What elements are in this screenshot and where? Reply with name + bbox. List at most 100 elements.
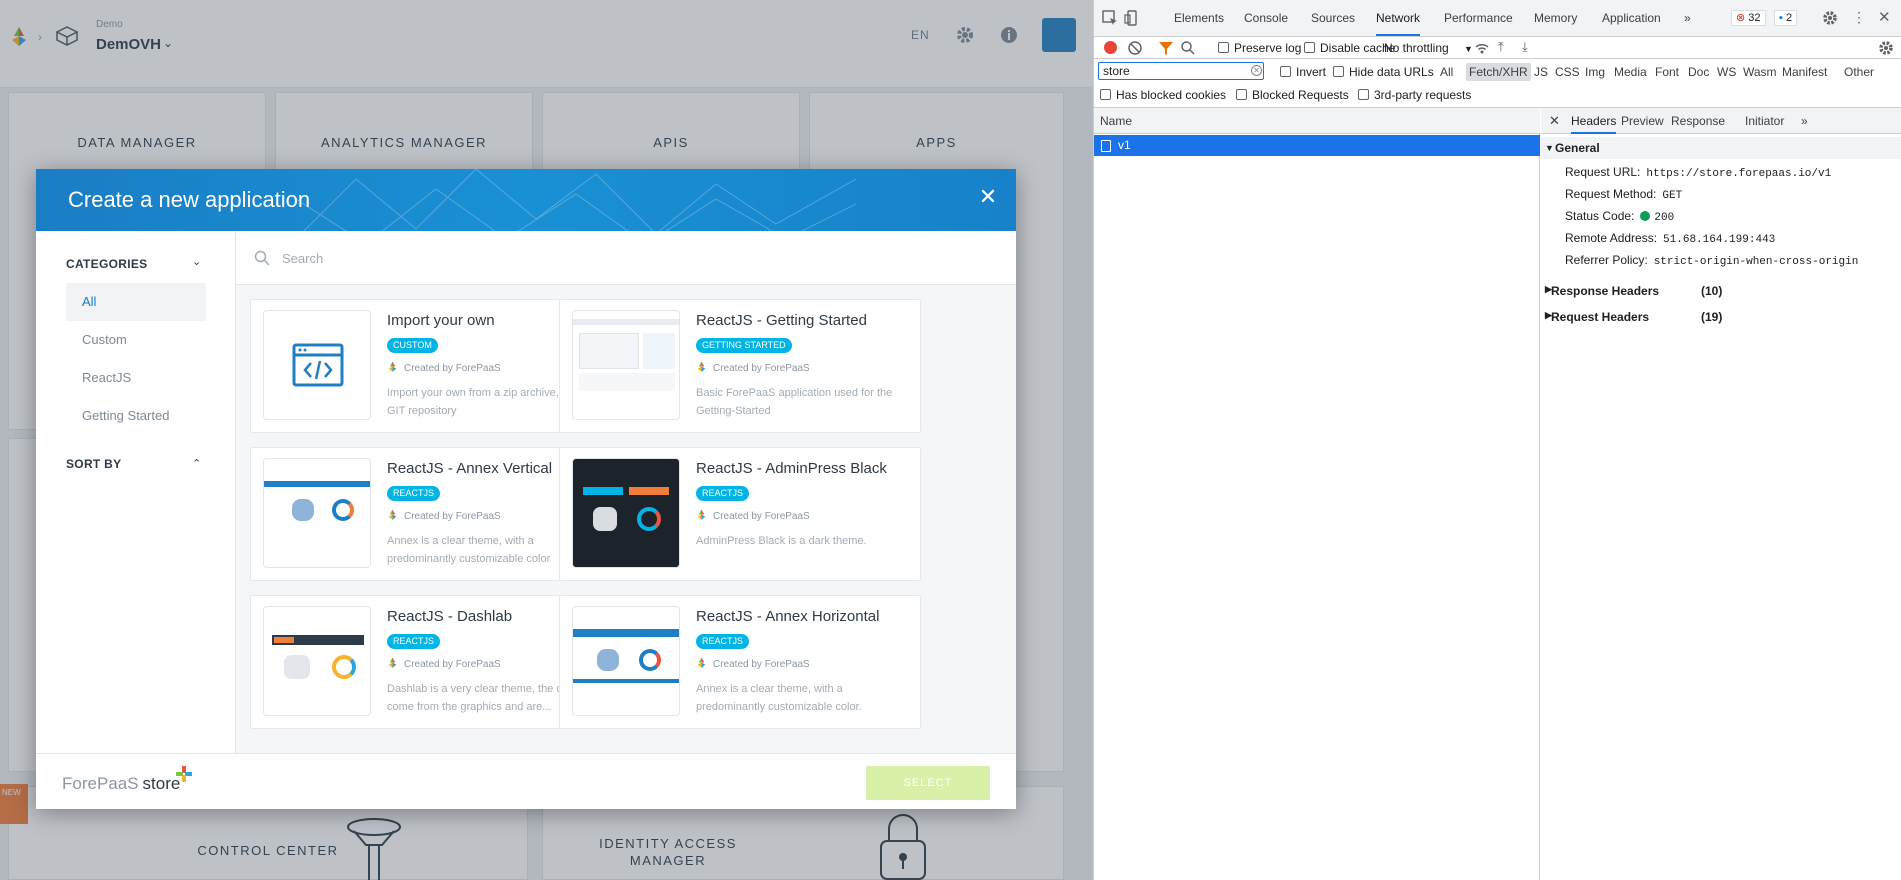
filter-icon[interactable]: [1158, 40, 1174, 56]
tab-performance[interactable]: Performance: [1444, 0, 1513, 36]
filter-type-fetch-xhr[interactable]: Fetch/XHR: [1466, 63, 1531, 81]
creator-text: Created by ForePaaS: [713, 659, 810, 670]
forepaas-logo-icon: [697, 361, 706, 372]
tab-initiator[interactable]: Initiator: [1745, 108, 1784, 134]
network-filter-bar: ✕ Invert Hide data URLs All Fetch/XHR JS…: [1094, 59, 1901, 108]
network-filter-input[interactable]: [1098, 62, 1264, 80]
inspect-element-icon[interactable]: [1102, 10, 1118, 26]
filter-type-img[interactable]: Img: [1585, 65, 1605, 79]
card-badge: REACTJS: [696, 634, 750, 649]
brand-name: ForePaaS: [62, 774, 139, 793]
template-card-getting-started[interactable]: ReactJS - Getting Started GETTING STARTE…: [559, 299, 921, 433]
checkbox-icon: [1358, 89, 1369, 100]
tab-network[interactable]: Network: [1376, 0, 1421, 36]
third-party-requests-checkbox[interactable]: 3rd-party requests: [1358, 88, 1471, 102]
error-count-badge[interactable]: ⊗ 32: [1731, 10, 1766, 26]
thumb-panel: [643, 333, 675, 369]
tab-headers[interactable]: Headers: [1571, 108, 1617, 134]
search-input[interactable]: [282, 246, 882, 270]
header-key: Referrer Policy:: [1565, 253, 1648, 267]
filter-type-media[interactable]: Media: [1614, 65, 1647, 79]
category-custom[interactable]: Custom: [66, 321, 206, 359]
clear-filter-icon[interactable]: ✕: [1251, 65, 1262, 76]
close-icon[interactable]: ✕: [976, 185, 1000, 209]
response-headers-section[interactable]: ▶ Response Headers (10): [1545, 284, 1722, 298]
category-getting-started[interactable]: Getting Started: [66, 397, 206, 435]
settings-gear-icon[interactable]: [1822, 10, 1838, 26]
filter-type-ws[interactable]: WS: [1717, 65, 1736, 79]
blocked-requests-checkbox[interactable]: Blocked Requests: [1236, 88, 1349, 102]
invert-checkbox[interactable]: Invert: [1280, 65, 1326, 79]
code-window-icon: [292, 343, 344, 387]
filter-type-manifest[interactable]: Manifest: [1782, 65, 1827, 79]
filter-type-all[interactable]: All: [1440, 65, 1453, 79]
has-blocked-cookies-checkbox[interactable]: Has blocked cookies: [1100, 88, 1226, 102]
throttling-select[interactable]: No throttling ▼: [1384, 41, 1473, 55]
more-tabs-icon[interactable]: »: [1684, 0, 1691, 36]
chevron-up-icon[interactable]: ⌃: [192, 457, 201, 470]
filter-type-wasm[interactable]: Wasm: [1743, 65, 1777, 79]
clear-icon[interactable]: [1127, 40, 1143, 56]
thumb-bar: [583, 487, 623, 495]
filter-type-css[interactable]: CSS: [1555, 65, 1580, 79]
name-column-header[interactable]: Name: [1094, 108, 1540, 134]
tab-console[interactable]: Console: [1244, 0, 1288, 36]
filter-type-doc[interactable]: Doc: [1688, 65, 1709, 79]
chevron-down-icon[interactable]: ⌄: [192, 255, 201, 268]
select-button[interactable]: SELECT: [866, 766, 990, 800]
hide-data-urls-checkbox[interactable]: Hide data URLs: [1333, 65, 1434, 79]
tab-elements[interactable]: Elements: [1174, 0, 1224, 36]
network-settings-icon[interactable]: [1878, 40, 1894, 56]
categories-header[interactable]: CATEGORIES: [66, 257, 147, 271]
close-devtools-icon[interactable]: ✕: [1878, 8, 1891, 26]
network-conditions-icon[interactable]: [1474, 40, 1490, 56]
message-count: 2: [1785, 12, 1793, 24]
card-thumbnail: [572, 458, 680, 568]
category-all[interactable]: All: [66, 283, 206, 321]
template-card-dashlab[interactable]: ReactJS - Dashlab REACTJS Created by For…: [250, 595, 612, 729]
request-row-v1[interactable]: v1: [1094, 135, 1540, 156]
request-headers-count: (19): [1701, 310, 1723, 324]
record-icon[interactable]: [1104, 41, 1117, 54]
card-description: Basic ForePaaS application used for the …: [696, 387, 893, 417]
export-har-icon[interactable]: ⤓: [1522, 39, 1528, 55]
card-badge: REACTJS: [387, 634, 441, 649]
search-icon[interactable]: [1180, 40, 1196, 56]
category-reactjs[interactable]: ReactJS: [66, 359, 206, 397]
template-card-annex-vertical[interactable]: ReactJS - Annex Vertical REACTJS Created…: [250, 447, 612, 581]
header-pattern-icon: [296, 169, 856, 231]
filter-type-other[interactable]: Other: [1844, 65, 1874, 79]
tab-memory[interactable]: Memory: [1534, 0, 1577, 36]
devtools-main-toolbar: Elements Console Sources Network Perform…: [1094, 0, 1901, 37]
tab-response[interactable]: Response: [1671, 108, 1725, 134]
more-tabs-icon[interactable]: »: [1801, 108, 1808, 134]
request-headers-label: Request Headers: [1551, 310, 1650, 324]
sort-by-header[interactable]: SORT BY: [66, 457, 121, 471]
template-card-annex-horizontal[interactable]: ReactJS - Annex Horizontal REACTJS Creat…: [559, 595, 921, 729]
thumb-header: [573, 319, 679, 325]
forepaas-logo-icon: [697, 657, 706, 668]
tab-preview[interactable]: Preview: [1621, 108, 1664, 134]
disable-cache-checkbox[interactable]: Disable cache: [1304, 41, 1395, 55]
tab-application[interactable]: Application: [1602, 0, 1661, 36]
response-headers-count: (10): [1701, 284, 1723, 298]
general-section-header[interactable]: ▼ General: [1541, 137, 1901, 159]
device-toolbar-icon[interactable]: [1124, 10, 1140, 26]
header-value: https://store.forepaas.io/v1: [1646, 168, 1832, 180]
brand-store: store: [142, 774, 181, 793]
header-value: strict-origin-when-cross-origin: [1653, 256, 1859, 268]
checkbox-icon: [1218, 42, 1229, 53]
template-card-adminpress-black[interactable]: ReactJS - AdminPress Black REACTJS Creat…: [559, 447, 921, 581]
request-headers-section[interactable]: ▶ Request Headers (19): [1545, 310, 1722, 324]
search-icon: [254, 250, 270, 266]
response-headers-label: Response Headers: [1551, 284, 1660, 298]
message-count-badge[interactable]: ▪ 2: [1774, 10, 1798, 26]
filter-type-font[interactable]: Font: [1655, 65, 1679, 79]
filter-type-js[interactable]: JS: [1534, 65, 1548, 79]
template-card-import[interactable]: Import your own CUSTOM Created by ForePa…: [250, 299, 612, 433]
kebab-menu-icon[interactable]: ⋮: [1852, 9, 1866, 26]
import-har-icon[interactable]: ⤒: [1498, 39, 1504, 55]
preserve-log-checkbox[interactable]: Preserve log: [1218, 41, 1301, 55]
close-details-icon[interactable]: ✕: [1549, 108, 1560, 134]
tab-sources[interactable]: Sources: [1311, 0, 1355, 36]
